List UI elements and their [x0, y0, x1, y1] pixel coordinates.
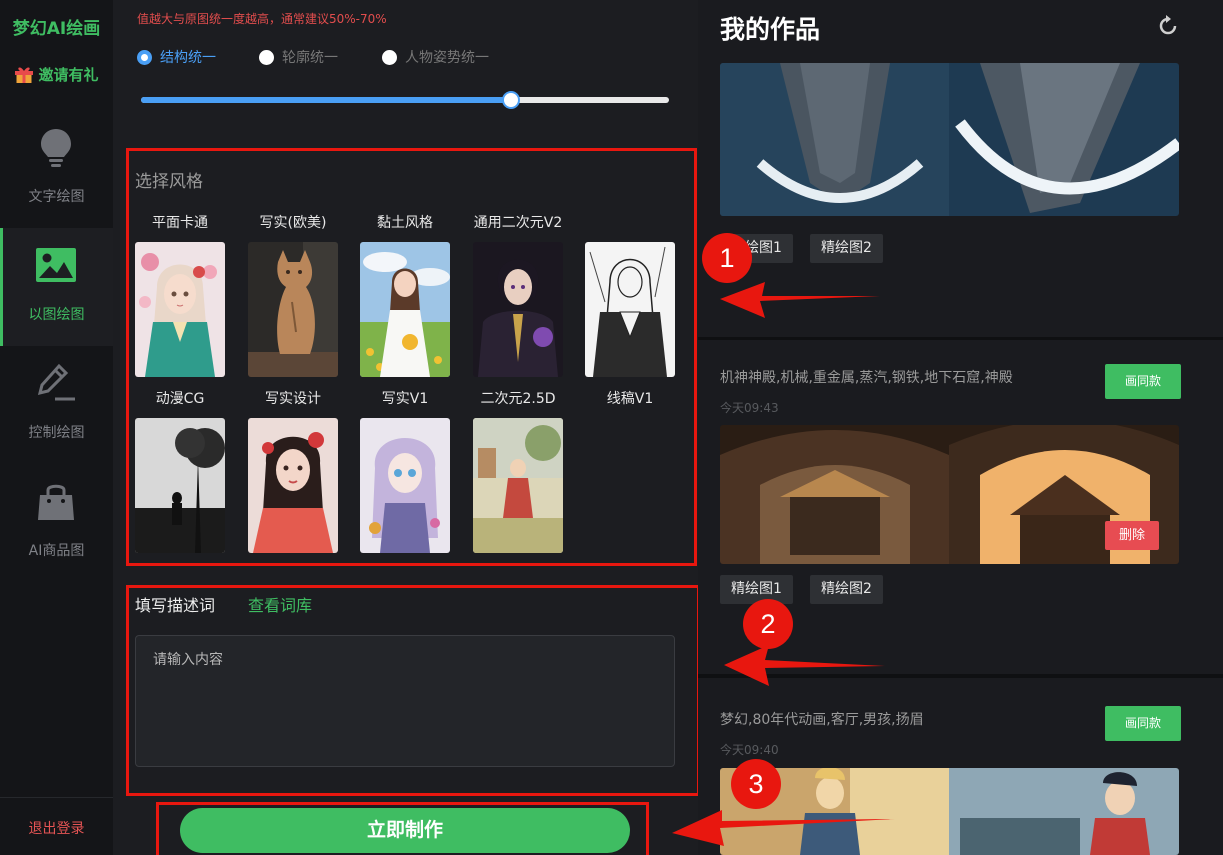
- style-name: 线稿V1: [606, 391, 654, 407]
- anime-living-room-image: [720, 768, 1179, 855]
- nav-label: 文字绘图: [28, 189, 85, 205]
- draw-same-button[interactable]: 画同款: [1105, 364, 1181, 399]
- invite-label: 邀请有礼: [38, 66, 99, 84]
- style-thumb-realistic-western[interactable]: [248, 242, 338, 377]
- style-thumb-lineart-v1[interactable]: [585, 242, 675, 377]
- refine-image-1-button[interactable]: 精绘图1: [720, 575, 793, 604]
- work-prompt: 机神神殿,机械,重金属,蒸汽,钢铁,地下石窟,神殿: [720, 370, 1013, 386]
- sidebar: 梦幻AI绘画 邀请有礼 文字绘图 以图绘图 控制绘图 AI商品图 退出登录: [0, 0, 113, 855]
- radio-outline[interactable]: 轮廓统一: [259, 47, 338, 67]
- radio-label: 人物姿势统一: [405, 50, 489, 66]
- annotation-badge: 3: [731, 759, 781, 809]
- lineart-girl-image: [585, 242, 675, 377]
- my-works-panel: 精绘图1 精绘图2 机神神殿,机械,重金属,蒸汽,钢铁,地下石窟,神殿 今天09…: [698, 0, 1223, 855]
- work-card: 梦幻,80年代动画,客厅,男孩,扬眉 今天09:40 画同款: [698, 678, 1223, 855]
- description-input[interactable]: [135, 635, 675, 767]
- style-thumb-clay[interactable]: [360, 242, 450, 377]
- pencil-icon: [37, 363, 75, 401]
- style-section-title: 选择风格: [135, 172, 203, 192]
- radio-pose[interactable]: 人物姿势统一: [382, 47, 489, 67]
- nav-label: 控制绘图: [28, 425, 85, 441]
- annotation-badge: 2: [743, 599, 793, 649]
- work-prompt: 梦幻,80年代动画,客厅,男孩,扬眉: [720, 712, 924, 728]
- work-images[interactable]: [720, 768, 1179, 855]
- refine-image-2-button[interactable]: 精绘图2: [810, 575, 883, 604]
- refresh-icon[interactable]: [1156, 14, 1180, 38]
- delete-button[interactable]: 删除: [1105, 521, 1159, 550]
- work-time: 今天09:40: [720, 743, 779, 757]
- slider-hint: 值越大与原图统一度越高，通常建议50%-70%: [137, 12, 387, 26]
- radio-structure[interactable]: 结构统一: [137, 47, 216, 67]
- nav-ai-product[interactable]: AI商品图: [0, 464, 113, 582]
- app-root: 梦幻AI绘画 邀请有礼 文字绘图 以图绘图 控制绘图 AI商品图 退出登录 值越…: [0, 0, 1223, 855]
- work-images[interactable]: [720, 63, 1179, 216]
- nav-label: 以图绘图: [28, 307, 85, 323]
- gift-icon: [15, 67, 34, 83]
- annotation-badge: 1: [702, 233, 752, 283]
- silhouette-tree-image: [135, 418, 225, 553]
- style-thumb-flat-cartoon[interactable]: [135, 242, 225, 377]
- clay-girl-image: [360, 242, 450, 377]
- make-now-button[interactable]: 立即制作: [180, 808, 630, 853]
- style-thumb-anime-25d[interactable]: [473, 418, 563, 553]
- draw-same-button[interactable]: 画同款: [1105, 706, 1181, 741]
- nav-control-draw[interactable]: 控制绘图: [0, 346, 113, 464]
- cartoon-girl-image: [135, 242, 225, 377]
- image-icon: [36, 248, 76, 282]
- anime-lavender-girl-image: [360, 418, 450, 553]
- realistic-girl-image: [248, 418, 338, 553]
- similarity-slider[interactable]: [141, 91, 669, 109]
- style-name: 二次元2.5D: [480, 391, 556, 407]
- style-name: 写实V1: [381, 391, 429, 407]
- radio-dot: [382, 50, 397, 65]
- nav-image-to-image[interactable]: 以图绘图: [0, 228, 113, 346]
- painted-child-image: [473, 418, 563, 553]
- work-time: 今天09:43: [720, 401, 779, 415]
- description-title: 填写描述词: [135, 596, 216, 615]
- style-name: 动漫CG: [155, 391, 205, 407]
- slider-fill: [141, 97, 511, 103]
- wooden-cat-image: [248, 242, 338, 377]
- style-thumb-anime-v2[interactable]: [473, 242, 563, 377]
- radio-dot: [259, 50, 274, 65]
- work-card: 精绘图1 精绘图2: [698, 63, 1223, 337]
- radio-label: 结构统一: [160, 50, 216, 66]
- lightbulb-icon: [41, 129, 71, 167]
- app-logo: 梦幻AI绘画: [12, 19, 101, 39]
- radio-label: 轮廓统一: [282, 50, 338, 66]
- slider-knob[interactable]: [501, 91, 520, 109]
- works-header: 我的作品: [698, 0, 1223, 63]
- aircraft-carrier-image: [720, 63, 1179, 216]
- works-title: 我的作品: [720, 15, 821, 44]
- view-lexicon-link[interactable]: 查看词库: [248, 592, 312, 616]
- invite-link[interactable]: 邀请有礼: [0, 64, 113, 85]
- nav-label: AI商品图: [28, 543, 85, 559]
- style-name: 平面卡通: [152, 215, 208, 231]
- radio-dot: [137, 50, 152, 65]
- style-thumb-realistic-v1[interactable]: [360, 418, 450, 553]
- logout-button[interactable]: 退出登录: [0, 797, 113, 855]
- style-name: 通用二次元V2: [473, 215, 563, 231]
- style-thumb-realistic-design[interactable]: [248, 418, 338, 553]
- style-thumb-anime-cg[interactable]: [135, 418, 225, 553]
- shopping-bag-icon: [38, 484, 74, 520]
- nav-text-to-image[interactable]: 文字绘图: [0, 110, 113, 228]
- style-name: 写实(欧美): [259, 215, 327, 231]
- style-name: 写实设计: [265, 391, 321, 407]
- style-name: 黏土风格: [377, 215, 433, 231]
- anime-man-image: [473, 242, 563, 377]
- refine-image-2-button[interactable]: 精绘图2: [810, 234, 883, 263]
